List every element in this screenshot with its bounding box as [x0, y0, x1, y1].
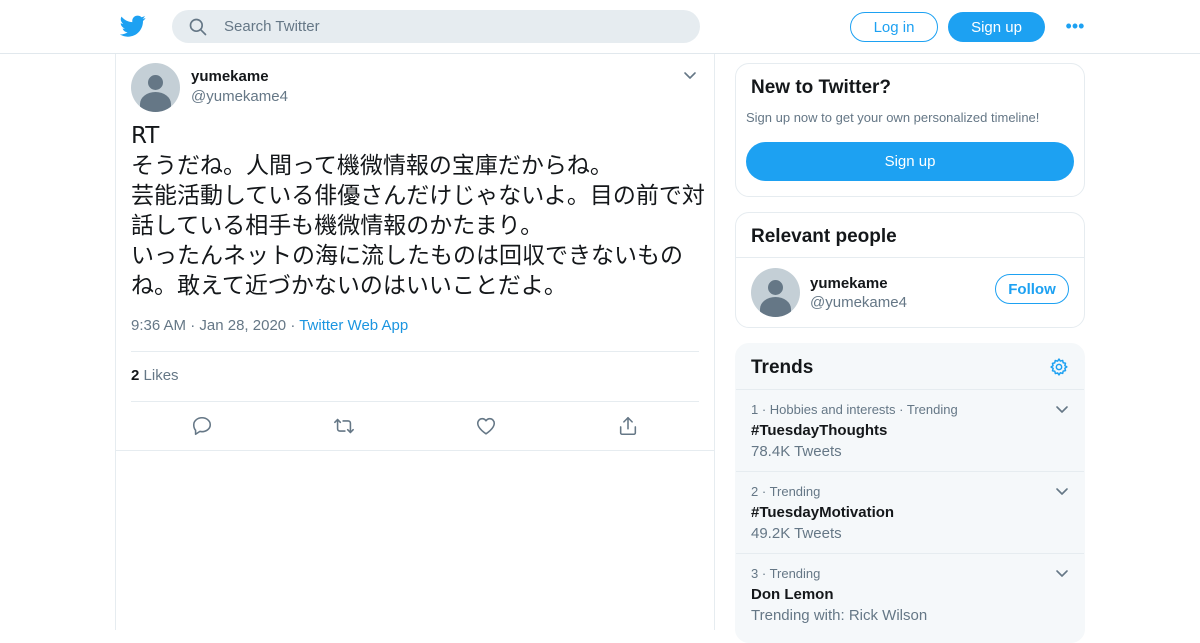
trend-count: 49.2K Tweets — [751, 525, 842, 542]
trend-name[interactable]: #TuesdayThoughts — [751, 422, 887, 439]
main-column: yumekame @yumekame4 RT そうだね。人間って機微情報の宝庫だ… — [115, 54, 715, 630]
trend-context: 2 · Trending — [751, 484, 821, 499]
new-to-twitter-card: New to Twitter? Sign up now to get your … — [735, 63, 1085, 197]
likes-number: 2 — [131, 367, 140, 384]
trends-title: Trends — [751, 357, 814, 378]
person-handle[interactable]: @yumekame4 — [810, 294, 907, 311]
likes-label: Likes — [143, 367, 179, 384]
avatar-body — [140, 92, 171, 112]
top-bar: Log in Sign up ••• — [0, 0, 1200, 54]
tweet: yumekame @yumekame4 RT そうだね。人間って機微情報の宝庫だ… — [116, 54, 714, 451]
search-input[interactable] — [224, 18, 664, 35]
avatar-head — [768, 280, 783, 295]
separator: · — [190, 317, 196, 334]
follow-button[interactable]: Follow — [995, 274, 1069, 304]
separator: · — [290, 317, 296, 334]
relevant-people-title: Relevant people — [751, 226, 897, 247]
divider — [131, 351, 699, 352]
new-to-twitter-subtitle: Sign up now to get your own personalized… — [746, 110, 1040, 125]
trend-item[interactable]: 3 · Trending Don Lemon Trending with: Ri… — [736, 553, 1084, 635]
signup-button[interactable]: Sign up — [948, 12, 1045, 42]
trend-count: Trending with: Rick Wilson — [751, 607, 928, 624]
tweet-source-link[interactable]: Twitter Web App — [299, 317, 408, 334]
trend-count: 78.4K Tweets — [751, 443, 842, 460]
chevron-down-icon[interactable] — [1054, 566, 1070, 582]
tweet-date[interactable]: Jan 28, 2020 — [199, 317, 286, 334]
login-button[interactable]: Log in — [850, 12, 938, 42]
trend-name[interactable]: #TuesdayMotivation — [751, 504, 894, 521]
chevron-down-icon[interactable] — [1054, 402, 1070, 418]
trend-item[interactable]: 2 · Trending #TuesdayMotivation 49.2K Tw… — [736, 471, 1084, 553]
trend-context: 1 · Hobbies and interests · Trending — [751, 402, 958, 417]
reply-icon[interactable] — [191, 415, 213, 437]
avatar-head — [148, 75, 163, 90]
divider — [736, 257, 1084, 258]
share-icon[interactable] — [617, 415, 639, 437]
divider — [131, 401, 699, 402]
chevron-down-icon[interactable] — [1054, 484, 1070, 500]
relevant-people-card: Relevant people yumekame @yumekame4 Foll… — [735, 212, 1085, 328]
search-bar[interactable] — [172, 10, 700, 43]
like-heart-icon[interactable] — [475, 415, 497, 437]
tweet-text: RT そうだね。人間って機微情報の宝庫だからね。 芸能活動している俳優さんだけじ… — [131, 123, 705, 299]
search-icon — [189, 18, 207, 35]
tweet-timestamp: 9:36 AM · Jan 28, 2020 · Twitter Web App — [131, 317, 408, 334]
tweet-time[interactable]: 9:36 AM — [131, 317, 186, 334]
sidebar-signup-button[interactable]: Sign up — [746, 142, 1074, 181]
avatar[interactable] — [751, 268, 800, 317]
retweet-icon[interactable] — [333, 415, 355, 437]
person-name[interactable]: yumekame — [810, 275, 888, 292]
trends-card: Trends 1 · Hobbies and interests · Trend… — [735, 343, 1085, 643]
author-name[interactable]: yumekame — [191, 68, 269, 85]
trend-context: 3 · Trending — [751, 566, 821, 581]
chevron-down-icon[interactable] — [682, 68, 698, 84]
likes-count[interactable]: 2 Likes — [131, 367, 179, 384]
author-handle[interactable]: @yumekame4 — [191, 88, 288, 105]
new-to-twitter-title: New to Twitter? — [751, 77, 892, 98]
avatar[interactable] — [131, 63, 180, 112]
gear-icon[interactable] — [1049, 357, 1069, 377]
more-options-icon[interactable]: ••• — [1063, 15, 1087, 37]
avatar-body — [760, 297, 791, 317]
twitter-bird-icon[interactable] — [120, 13, 146, 39]
trend-item[interactable]: 1 · Hobbies and interests · Trending #Tu… — [736, 389, 1084, 471]
trend-name[interactable]: Don Lemon — [751, 586, 834, 603]
